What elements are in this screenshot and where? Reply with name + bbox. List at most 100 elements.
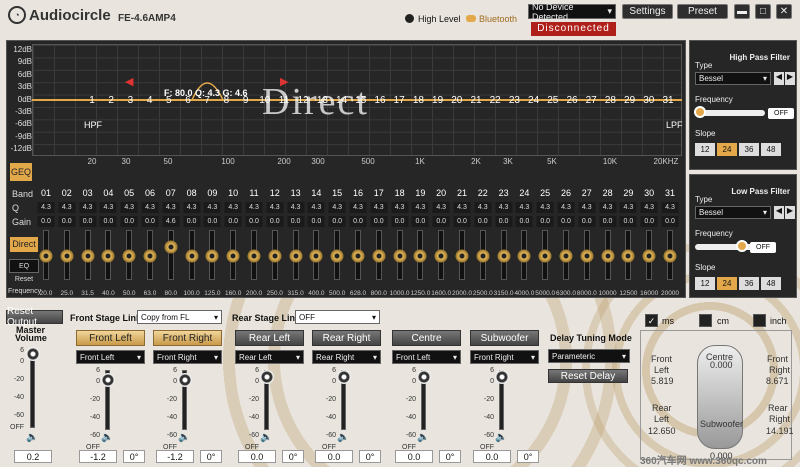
lpf-next-icon[interactable]: ▶ — [785, 206, 795, 219]
speaker-icon[interactable]: 🔈 — [495, 432, 507, 443]
band-gain-value[interactable]: 0.0 — [661, 216, 679, 227]
hpf-next-icon[interactable]: ▶ — [785, 72, 795, 85]
band-gain-value[interactable]: 0.0 — [536, 216, 554, 227]
front-right-value[interactable]: 8.671 — [766, 376, 789, 386]
channel-source-select[interactable]: Front Left ▾ — [392, 350, 461, 364]
band-gain-value[interactable]: 0.0 — [307, 216, 325, 227]
band-q-value[interactable]: 4.3 — [99, 202, 117, 213]
band-fader-handle[interactable] — [642, 249, 656, 263]
band-q-value[interactable]: 4.3 — [578, 202, 596, 213]
band-gain-fader[interactable] — [517, 230, 531, 280]
channel-phase-value[interactable]: 0° — [439, 450, 461, 463]
band-fader-handle[interactable] — [247, 249, 261, 263]
band-fader-handle[interactable] — [476, 249, 490, 263]
band-gain-fader[interactable] — [122, 230, 136, 280]
centre-value[interactable]: 0.000 — [710, 360, 733, 370]
band-fader-handle[interactable] — [185, 249, 199, 263]
band-gain-fader[interactable] — [601, 230, 615, 280]
band-gain-value[interactable]: 0.0 — [58, 216, 76, 227]
preset-button[interactable]: Preset — [677, 4, 728, 19]
band-gain-value[interactable]: 0.0 — [557, 216, 575, 227]
band-q-value[interactable]: 4.3 — [474, 202, 492, 213]
band-fader-handle[interactable] — [393, 249, 407, 263]
band-q-value[interactable]: 4.3 — [58, 202, 76, 213]
channel-fader-handle[interactable] — [417, 370, 431, 384]
band-gain-fader[interactable] — [289, 230, 303, 280]
band-gain-fader[interactable] — [497, 230, 511, 280]
speaker-icon[interactable]: 🔈 — [417, 432, 429, 443]
band-gain-fader[interactable] — [101, 230, 115, 280]
cm-checkbox[interactable] — [699, 314, 712, 327]
geq-button[interactable]: GEQ — [10, 163, 32, 181]
band-fader-handle[interactable] — [538, 249, 552, 263]
band-fader-handle[interactable] — [39, 249, 53, 263]
band-gain-value[interactable]: 0.0 — [287, 216, 305, 227]
band-fader-handle[interactable] — [205, 249, 219, 263]
channel-front-left-button[interactable]: Front Left — [76, 330, 145, 346]
channel-phase-value[interactable]: 0° — [200, 450, 222, 463]
band-q-value[interactable]: 4.3 — [266, 202, 284, 213]
band-gain-fader[interactable] — [143, 230, 157, 280]
channel-source-select[interactable]: Rear Left ▾ — [235, 350, 304, 364]
channel-fader-handle[interactable] — [178, 373, 192, 387]
channel-volume-value[interactable]: 0.0 — [395, 450, 433, 463]
hpf-slope-48[interactable]: 48 — [761, 143, 781, 156]
channel-phase-value[interactable]: 0° — [123, 450, 145, 463]
band-q-value[interactable]: 4.3 — [37, 202, 55, 213]
inch-checkbox[interactable] — [753, 314, 766, 327]
band-gain-fader[interactable] — [455, 230, 469, 280]
band-fader-handle[interactable] — [601, 249, 615, 263]
channel-fader-handle[interactable] — [495, 370, 509, 384]
band-gain-value[interactable]: 0.0 — [99, 216, 117, 227]
band-fader-handle[interactable] — [122, 249, 136, 263]
band-gain-fader[interactable] — [642, 230, 656, 280]
band-gain-fader[interactable] — [330, 230, 344, 280]
band-q-value[interactable]: 4.3 — [411, 202, 429, 213]
band-fader-handle[interactable] — [621, 249, 635, 263]
band-gain-value[interactable]: 4.6 — [162, 216, 180, 227]
channel-source-select[interactable]: Front Left ▾ — [76, 350, 145, 364]
channel-fader-handle[interactable] — [260, 370, 274, 384]
band-gain-fader[interactable] — [164, 230, 178, 280]
delay-mode-select[interactable]: Parameteric ▾ — [548, 349, 630, 363]
channel-rear-right-button[interactable]: Rear Right — [312, 330, 381, 346]
band-q-value[interactable]: 4.3 — [557, 202, 575, 213]
band-gain-value[interactable]: 0.0 — [453, 216, 471, 227]
band-q-value[interactable]: 4.3 — [287, 202, 305, 213]
rear-left-value[interactable]: 12.650 — [648, 426, 676, 436]
band-q-value[interactable]: 4.3 — [599, 202, 617, 213]
hpf-frequency-value[interactable]: OFF — [768, 108, 794, 119]
direct-button[interactable]: Direct — [10, 237, 38, 252]
channel-front-right-button[interactable]: Front Right — [153, 330, 222, 346]
band-gain-fader[interactable] — [39, 230, 53, 280]
band-gain-value[interactable]: 0.0 — [120, 216, 138, 227]
close-icon[interactable]: ✕ — [776, 4, 792, 19]
band-fader-handle[interactable] — [517, 249, 531, 263]
band-q-value[interactable]: 4.3 — [224, 202, 242, 213]
band-gain-fader[interactable] — [60, 230, 74, 280]
band-fader-handle[interactable] — [372, 249, 386, 263]
band-gain-value[interactable]: 0.0 — [474, 216, 492, 227]
band-fader-handle[interactable] — [434, 249, 448, 263]
band-gain-fader[interactable] — [185, 230, 199, 280]
eq-reset-button[interactable]: EQ Reset — [9, 259, 39, 283]
band-fader-handle[interactable] — [268, 249, 282, 263]
lpf-slope-36[interactable]: 36 — [739, 277, 759, 290]
speaker-icon[interactable]: 🔈 — [26, 432, 38, 443]
hpf-type-select[interactable]: Bessel ▾ — [695, 72, 771, 85]
channel-source-select[interactable]: Rear Right ▾ — [312, 350, 381, 364]
front-left-value[interactable]: 5.819 — [651, 376, 674, 386]
band-gain-value[interactable]: 0.0 — [245, 216, 263, 227]
band-gain-fader[interactable] — [559, 230, 573, 280]
band-q-value[interactable]: 4.3 — [328, 202, 346, 213]
band-fader-handle[interactable] — [330, 249, 344, 263]
channel-volume-value[interactable]: 0.0 — [238, 450, 276, 463]
channel-centre-button[interactable]: Centre — [392, 330, 461, 346]
rear-right-value[interactable]: 14.191 — [766, 426, 794, 436]
band-q-value[interactable]: 4.3 — [245, 202, 263, 213]
channel-volume-value[interactable]: -1.2 — [156, 450, 194, 463]
hpf-prev-icon[interactable]: ◀ — [774, 72, 784, 85]
band-fader-handle[interactable] — [413, 249, 427, 263]
band-gain-value[interactable]: 0.0 — [328, 216, 346, 227]
reset-delay-button[interactable]: Reset Delay — [548, 369, 628, 383]
